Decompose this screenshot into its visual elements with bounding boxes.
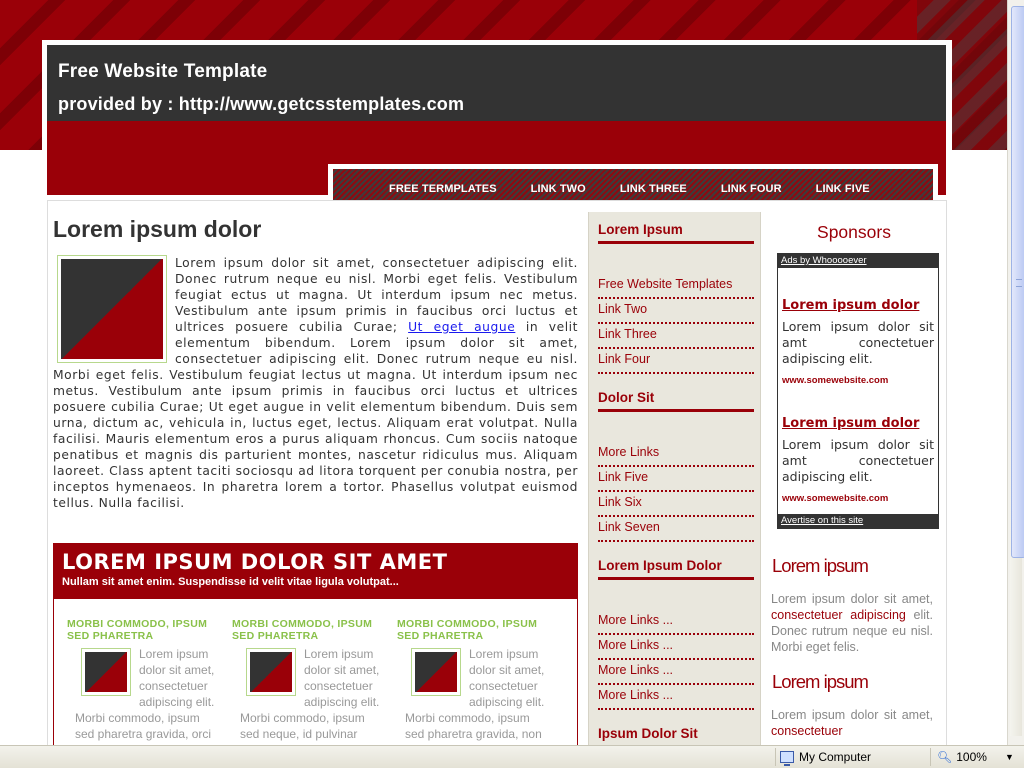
promo-title: LOREM IPSUM DOLOR SIT AMET: [62, 550, 448, 574]
nav-link-four[interactable]: LINK FOUR: [721, 183, 782, 195]
ad-text: Lorem ipsum dolor sit amt conectetuer ad…: [782, 319, 934, 366]
right-block-heading: Lorem ipsum: [772, 555, 869, 576]
site-title: Free Website Template: [58, 61, 268, 82]
ad-item: Lorem ipsum dolor Lorem ipsum dolor sit …: [778, 268, 938, 386]
sidebar-link[interactable]: More Links: [598, 442, 754, 467]
article-thumbnail: [57, 255, 167, 363]
web-page: Free Website Template provided by : http…: [0, 0, 1007, 745]
ad-text: Lorem ipsum dolor sit amt conectetuer ad…: [782, 437, 934, 484]
zoom-icon: 🔍︎: [937, 750, 953, 764]
sidebar-link[interactable]: Link Two: [598, 299, 754, 324]
right-block-highlight: consectetuer: [771, 724, 843, 738]
promo-column-title: MORBI COMMODO, IPSUM SED PHARETRA: [397, 618, 538, 642]
sidebar-heading: Ipsum Dolor Sit: [598, 726, 754, 745]
sidebar-link[interactable]: Link Five: [598, 467, 754, 492]
main-column: Lorem ipsum dolor Lorem ipsum dolor sit …: [53, 216, 578, 511]
promo-header: LOREM IPSUM DOLOR SIT AMET Nullam sit am…: [54, 544, 577, 599]
sidebar-heading: Dolor Sit: [598, 390, 754, 412]
promo-column-title: MORBI COMMODO, IPSUM SED PHARETRA: [232, 618, 373, 642]
ad-url-link[interactable]: www.somewebsite.com: [782, 493, 934, 504]
sidebar: Lorem Ipsum Free Website Templates Link …: [588, 212, 761, 745]
sidebar-group: Dolor Sit More Links Link Five Link Six …: [598, 390, 754, 542]
sidebar-group: Lorem Ipsum Free Website Templates Link …: [598, 222, 754, 374]
sidebar-link[interactable]: Free Website Templates: [598, 274, 754, 299]
main-article: Lorem ipsum dolor sit amet, consectetuer…: [53, 255, 578, 511]
scrollbar-grip: [1016, 279, 1022, 287]
sidebar-heading: Lorem Ipsum Dolor: [598, 558, 754, 580]
right-block-text: Lorem ipsum dolor sit amet, consectetuer…: [771, 591, 937, 655]
promo-column: MORBI COMMODO, IPSUM SED PHARETRA Lorem …: [232, 618, 382, 745]
advertise-link[interactable]: Avertise on this site: [778, 514, 938, 528]
chevron-down-icon[interactable]: ▼: [1005, 752, 1014, 762]
ad-title-link[interactable]: Lorem ipsum dolor: [782, 416, 934, 431]
nav-link-two[interactable]: LINK TWO: [531, 183, 586, 195]
sidebar-link[interactable]: More Links ...: [598, 610, 754, 635]
promo-box: LOREM IPSUM DOLOR SIT AMET Nullam sit am…: [53, 543, 578, 745]
sidebar-link[interactable]: Link Four: [598, 349, 754, 374]
status-zone-label: My Computer: [799, 750, 872, 764]
sidebar-link[interactable]: Link Six: [598, 492, 754, 517]
ad-box: Ads by Whooooever Lorem ipsum dolor Lore…: [777, 253, 939, 529]
sidebar-heading: Lorem Ipsum: [598, 222, 754, 244]
sidebar-link[interactable]: Link Three: [598, 324, 754, 349]
sponsors-title: Sponsors: [817, 222, 891, 242]
right-block-text-pre: Lorem ipsum dolor sit amet,: [771, 708, 933, 722]
ad-item: Lorem ipsum dolor Lorem ipsum dolor sit …: [778, 396, 938, 504]
main-heading: Lorem ipsum dolor: [53, 216, 262, 242]
promo-subtitle: Nullam sit amet enim. Suspendisse id vel…: [62, 576, 399, 588]
status-zone: My Computer: [775, 748, 930, 766]
nav-link-free-templates[interactable]: FREE TERMPLATES: [389, 183, 497, 195]
sidebar-link[interactable]: More Links ...: [598, 660, 754, 685]
computer-icon: [780, 751, 794, 766]
site-subtitle: provided by : http://www.getcsstemplates…: [58, 94, 465, 114]
sidebar-link[interactable]: More Links ...: [598, 685, 754, 710]
right-block-text-pre: Lorem ipsum dolor sit amet,: [771, 592, 933, 606]
right-column: Sponsors Ads by Whooooever Lorem ipsum d…: [771, 212, 939, 739]
promo-column: MORBI COMMODO, IPSUM SED PHARETRA Lorem …: [67, 618, 217, 742]
right-block-text: Lorem ipsum dolor sit amet, consectetuer: [771, 707, 937, 739]
ad-url-link[interactable]: www.somewebsite.com: [782, 375, 934, 386]
right-block-highlight: consectetuer adipiscing: [771, 608, 906, 622]
article-inline-link[interactable]: Ut eget augue: [408, 320, 515, 334]
promo-thumbnail: [81, 648, 131, 696]
promo-thumbnail: [411, 648, 461, 696]
zoom-control[interactable]: 🔍︎ 100% ▼: [930, 748, 1024, 766]
scrollbar-thumb[interactable]: [1011, 6, 1024, 558]
sidebar-link[interactable]: Link Seven: [598, 517, 754, 542]
scrollbar-track[interactable]: [1010, 6, 1024, 736]
vertical-scrollbar[interactable]: [1007, 0, 1024, 745]
right-block-heading: Lorem ipsum: [772, 671, 869, 692]
promo-column-title: MORBI COMMODO, IPSUM SED PHARETRA: [67, 618, 208, 642]
ad-title-link[interactable]: Lorem ipsum dolor: [782, 298, 934, 313]
sidebar-group: Lorem Ipsum Dolor More Links ... More Li…: [598, 558, 754, 710]
promo-thumbnail: [246, 648, 296, 696]
promo-column: MORBI COMMODO, IPSUM SED PHARETRA Lorem …: [397, 618, 547, 742]
nav-link-five[interactable]: LINK FIVE: [816, 183, 870, 195]
sidebar-group: Ipsum Dolor Sit: [598, 726, 754, 745]
nav-link-three[interactable]: LINK THREE: [620, 183, 687, 195]
status-bar: My Computer 🔍︎ 100% ▼: [0, 745, 1024, 768]
sidebar-link[interactable]: More Links ...: [598, 635, 754, 660]
ads-by-link[interactable]: Ads by Whooooever: [778, 254, 938, 268]
zoom-level: 100%: [956, 750, 987, 764]
